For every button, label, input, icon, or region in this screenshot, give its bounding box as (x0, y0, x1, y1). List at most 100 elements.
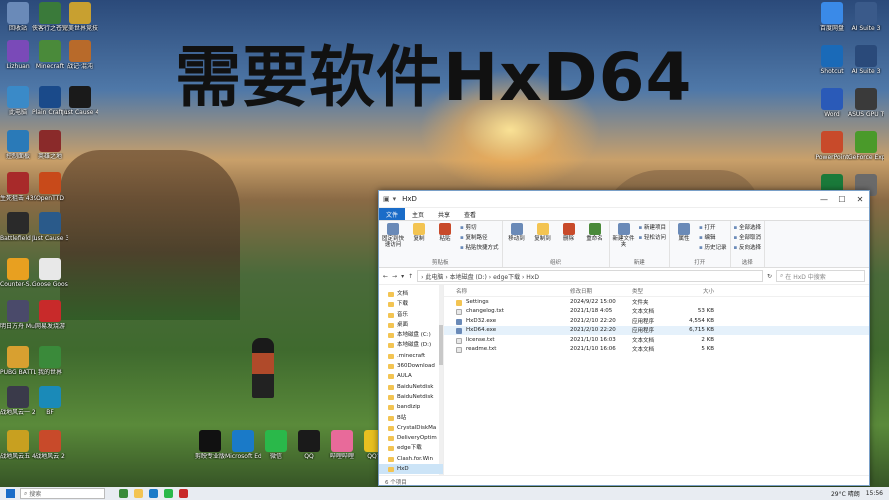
close-button[interactable]: ✕ (851, 195, 869, 204)
desktop-icon[interactable]: 明日方舟 MuMu... (0, 300, 36, 330)
title-bar[interactable]: ▣ ▾ HxD — ☐ ✕ (379, 191, 869, 208)
explorer-window[interactable]: ▣ ▾ HxD — ☐ ✕ 文件 主页 共享 查看 固定到快速访问 复制 粘贴 剪切复… (378, 190, 870, 486)
ribbon-small-button[interactable]: 剪切 (460, 223, 499, 231)
weather[interactable]: 29°C 晴朗 (831, 489, 860, 498)
desktop-icon[interactable]: BF (32, 386, 68, 416)
column-size[interactable]: 大小 (684, 287, 714, 295)
start-windows-icon[interactable] (6, 489, 15, 498)
address-path[interactable]: › 此电脑 › 本地磁盘 (D:) › edge下载 › HxD (417, 270, 763, 282)
quick-access-toolbar[interactable]: ▣ ▾ (379, 195, 396, 203)
nav-item[interactable]: edge下载 (379, 443, 443, 453)
desktop-icon[interactable]: Word (814, 88, 850, 118)
file-row[interactable]: license.txt 2021/1/10 16:03 文本文档 2 KB (444, 335, 869, 345)
tab-file[interactable]: 文件 (379, 208, 406, 220)
nav-item[interactable]: BaiduNetdisk (379, 382, 443, 392)
nav-item[interactable]: 本地磁盘 (C:) (379, 330, 443, 340)
ribbon-small-button[interactable]: 全部取消 (734, 233, 761, 241)
ribbon-button[interactable]: 固定到快速访问 (382, 223, 404, 258)
nav-item[interactable]: 下载 (379, 299, 443, 309)
column-date[interactable]: 修改日期 (570, 287, 632, 295)
desktop-icon[interactable]: ASUS GPU Tweak II (848, 88, 884, 118)
tab-home[interactable]: 主页 (405, 208, 431, 220)
ribbon-small-button[interactable]: 轻松访问 (639, 233, 666, 241)
desktop-icon[interactable]: Goose Goose Duck (32, 258, 68, 288)
desktop-icon[interactable]: 战地风云一 2042 (0, 386, 36, 416)
back-arrow-icon[interactable]: ← (383, 273, 388, 280)
clock-time[interactable]: 15:56 (866, 490, 883, 497)
desktop-icon[interactable]: 剪映专业版 (192, 430, 228, 460)
desktop-icon[interactable]: PowerPoint (814, 131, 850, 161)
column-type[interactable]: 类型 (632, 287, 684, 295)
ribbon-small-button[interactable]: 打开 (699, 223, 727, 231)
nav-item[interactable]: BaiduNetdisk (379, 392, 443, 402)
file-explorer-icon[interactable] (134, 489, 143, 498)
file-row[interactable]: Settings 2024/9/22 15:00 文件夹 (444, 297, 869, 307)
ribbon-button[interactable]: 粘贴 (434, 223, 456, 258)
ribbon-button[interactable]: 复制 (408, 223, 430, 258)
ribbon-small-button[interactable]: 反向选择 (734, 243, 761, 251)
desktop-icon[interactable]: Battlefield 1 (0, 212, 36, 242)
nav-item[interactable]: .minecraft (379, 351, 443, 361)
desktop-icon[interactable]: 微信 (258, 430, 294, 460)
ribbon-button[interactable]: 复制到 (532, 223, 554, 258)
desktop-icon[interactable]: 英雄之地 (32, 130, 68, 160)
desktop-icon[interactable]: Lizhuan (0, 40, 36, 70)
navigation-pane[interactable]: 文档 下载 音乐 桌面 本地磁盘 (C:) 本地磁盘 (D:) .minecraft 360D… (379, 285, 444, 475)
search-input[interactable]: ⌕ 在 HxD 中搜索 (776, 270, 865, 282)
nav-item[interactable]: 桌面 (379, 320, 443, 330)
ribbon-small-button[interactable]: 粘贴快捷方式 (460, 243, 498, 251)
desktop-icon[interactable]: 百度网盘 (814, 2, 850, 32)
chevron-down-icon[interactable]: ▾ (401, 273, 404, 280)
file-row[interactable]: changelog.txt 2021/1/18 4:05 文本文档 53 KB (444, 307, 869, 317)
desktop-icon[interactable]: AI Suite 3 (848, 2, 884, 32)
desktop-icon[interactable]: 战记·混沌 (62, 40, 98, 70)
nav-item[interactable]: CrystalDiskMa (379, 423, 443, 433)
nav-item[interactable]: 文档 (379, 289, 443, 299)
desktop-icon[interactable]: GeForce Experience (848, 131, 884, 161)
nav-item[interactable]: 音乐 (379, 310, 443, 320)
nav-item[interactable]: bandizip (379, 402, 443, 412)
file-row[interactable]: HxD64.exe 2021/2/10 22:20 应用程序 6,715 KB (444, 325, 869, 335)
desktop-icon[interactable]: 完美世界竞技平台 (62, 2, 98, 32)
desktop-icon[interactable]: 生死狙击 4399 (0, 172, 36, 202)
ribbon-small-button[interactable]: 历史记录 (699, 243, 726, 251)
nav-item[interactable]: 360Download (379, 361, 443, 371)
ribbon-small-button[interactable]: 复制路径 (460, 233, 499, 241)
desktop-icon[interactable]: 网易发烧游 (32, 300, 68, 330)
desktop-icon[interactable]: 战地风云五 4 (0, 430, 36, 460)
ribbon-button[interactable]: 移动到 (506, 223, 528, 258)
desktop-icon[interactable]: Counter-S... 2 (0, 258, 36, 288)
ribbon-button[interactable]: 删除 (558, 223, 580, 258)
desktop-icon[interactable]: 回收站 (0, 2, 36, 32)
ribbon-button[interactable]: 新建文件夹 (613, 223, 635, 258)
taskbar-search[interactable]: ⌕ 搜索 (20, 488, 105, 499)
up-arrow-icon[interactable]: ↑ (408, 273, 413, 280)
edge-icon[interactable] (149, 489, 158, 498)
nav-item[interactable]: DeliveryOptim (379, 433, 443, 443)
desktop-icon[interactable]: Just Cause 4 (62, 86, 98, 116)
tab-share[interactable]: 共享 (431, 208, 457, 220)
ribbon-small-button[interactable]: 编辑 (699, 233, 727, 241)
desktop-icon[interactable]: AI Suite 3 (848, 45, 884, 75)
taskbar-app-icon[interactable] (179, 489, 188, 498)
desktop-icon[interactable]: QQ (291, 430, 327, 460)
file-row[interactable]: readme.txt 2021/1/10 16:06 文本文档 5 KB (444, 345, 869, 355)
desktop-icon[interactable]: 战地风云 2 (32, 430, 68, 460)
ribbon-button[interactable]: 重命名 (584, 223, 606, 258)
nav-item[interactable]: Frp Game... (379, 474, 443, 475)
column-name[interactable]: 名称 (444, 287, 570, 295)
forward-arrow-icon[interactable]: → (392, 273, 397, 280)
nav-item[interactable]: Clash.for.Win (379, 454, 443, 464)
ribbon-small-button[interactable]: 新建项目 (639, 223, 666, 231)
nav-item[interactable]: AULA (379, 371, 443, 381)
nav-item[interactable]: HxD (379, 464, 443, 475)
chevron-down-icon[interactable]: ▾ (393, 195, 397, 203)
refresh-icon[interactable]: ↻ (767, 273, 772, 280)
folder-icon[interactable]: ▣ (383, 195, 390, 203)
tab-view[interactable]: 查看 (457, 208, 483, 220)
nav-item[interactable]: B站 (379, 413, 443, 423)
taskbar-app-icon[interactable] (119, 489, 128, 498)
desktop-icon[interactable]: Microsoft Edge (225, 430, 261, 460)
minimize-button[interactable]: — (815, 195, 833, 204)
wechat-icon[interactable] (164, 489, 173, 498)
